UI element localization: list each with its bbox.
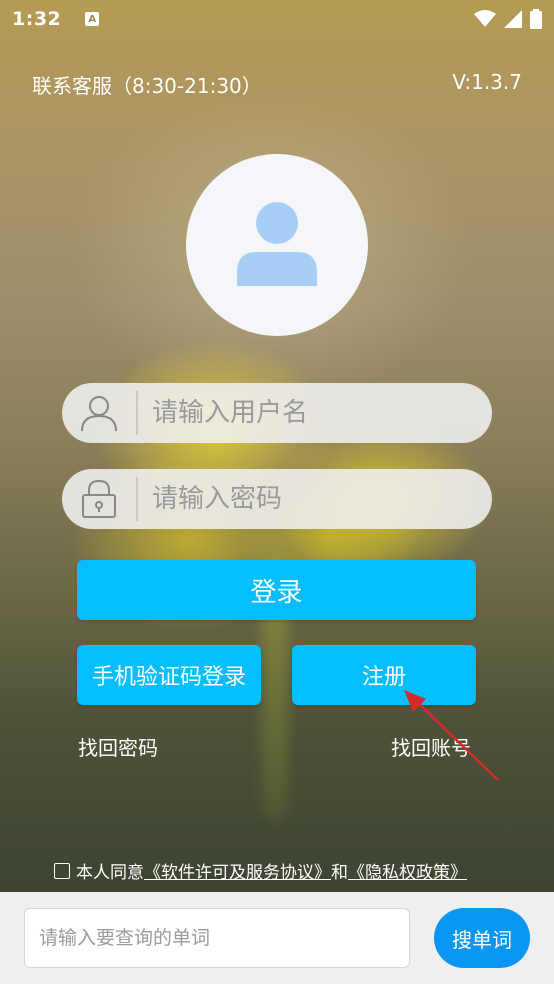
word-search-box[interactable]: [24, 908, 410, 968]
word-search-input[interactable]: [39, 927, 409, 949]
agreement-prefix: 本人同意: [76, 863, 144, 883]
signal-icon: [504, 10, 522, 28]
battery-icon: [530, 9, 542, 29]
top-row: 联系客服（8:30-21:30） V:1.3.7: [32, 70, 522, 99]
login-button-label: 登录: [250, 577, 303, 608]
lock-icon: [62, 469, 136, 529]
privacy-policy-link[interactable]: 《隐私权政策》: [348, 858, 467, 883]
agreement-checkbox[interactable]: [54, 862, 70, 879]
login-button[interactable]: 登录: [77, 560, 476, 620]
username-field[interactable]: [62, 383, 492, 443]
register-button[interactable]: 注册: [292, 645, 476, 705]
software-agreement-link[interactable]: 《软件许可及服务协议》: [144, 858, 331, 883]
status-bar: 1:32 A: [0, 0, 554, 38]
wifi-icon: [474, 10, 496, 27]
avatar: [186, 154, 368, 336]
user-outline-icon: [62, 383, 136, 443]
bottom-search-bar: 搜单词: [0, 892, 554, 984]
sms-login-label: 手机验证码登录: [91, 665, 246, 690]
forgot-password-link[interactable]: 找回密码: [78, 732, 158, 761]
recover-account-link[interactable]: 找回账号: [391, 732, 471, 761]
notification-icon: A: [85, 12, 100, 26]
status-time: 1:32: [12, 8, 62, 30]
password-input[interactable]: [138, 469, 492, 529]
version-label: V:1.3.7: [452, 70, 522, 94]
password-field[interactable]: [62, 469, 492, 529]
register-label: 注册: [361, 665, 406, 690]
sms-login-button[interactable]: 手机验证码登录: [77, 645, 261, 705]
agreement-row: 本人同意 《软件许可及服务协议》 和 《隐私权政策》: [54, 858, 467, 883]
status-icons: [474, 9, 542, 29]
username-input[interactable]: [138, 383, 492, 443]
search-word-button[interactable]: 搜单词: [434, 908, 530, 968]
agreement-and: 和: [331, 863, 348, 883]
user-avatar-icon: [237, 202, 317, 286]
customer-service-link[interactable]: 联系客服（8:30-21:30）: [32, 70, 262, 99]
search-word-label: 搜单词: [452, 927, 512, 952]
